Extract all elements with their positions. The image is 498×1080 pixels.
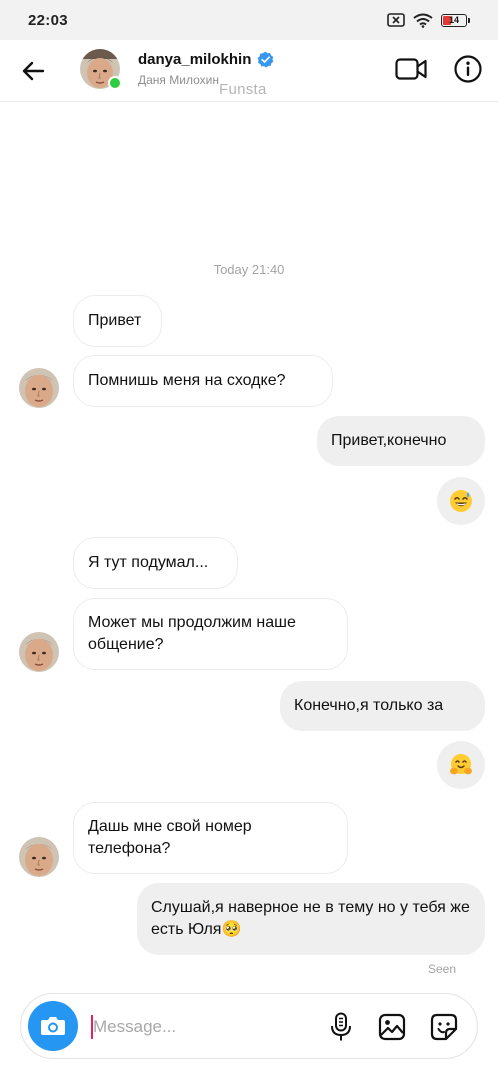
- online-indicator: [108, 76, 122, 90]
- back-button[interactable]: [14, 52, 52, 90]
- status-time: 22:03: [28, 11, 68, 29]
- funsta-watermark: Funsta: [219, 81, 267, 98]
- camera-icon: [41, 1017, 65, 1035]
- status-icons: 14: [387, 13, 470, 28]
- username: danya_milokhin: [138, 51, 252, 68]
- voice-message-button[interactable]: [326, 1011, 356, 1043]
- video-call-button[interactable]: [394, 54, 428, 84]
- message-outgoing-emoji[interactable]: [437, 741, 485, 789]
- sender-avatar[interactable]: [19, 632, 59, 672]
- chat-header: danya_milokhin Даня Милохин Funsta: [0, 40, 498, 102]
- message-incoming[interactable]: Может мы продолжим наше общение?: [73, 598, 348, 670]
- sender-avatar[interactable]: [19, 837, 59, 877]
- message-composer: [20, 993, 478, 1059]
- camera-button[interactable]: [28, 1001, 78, 1051]
- microphone-icon: [331, 1012, 351, 1041]
- status-bar: 22:03 14: [0, 0, 498, 40]
- seen-indicator: Seen: [428, 962, 457, 976]
- verified-badge-icon: [258, 51, 274, 68]
- message-outgoing[interactable]: Конечно,я только за: [280, 681, 485, 731]
- message-incoming[interactable]: Помнишь меня на сходке?: [73, 355, 333, 407]
- header-avatar[interactable]: [80, 49, 122, 90]
- chat-timestamp: Today 21:40: [213, 262, 285, 277]
- gallery-button[interactable]: [376, 1011, 408, 1043]
- info-button[interactable]: [452, 53, 484, 85]
- sim-off-icon: [387, 13, 405, 27]
- back-arrow-icon: [22, 61, 45, 81]
- message-outgoing-emoji[interactable]: [437, 477, 485, 525]
- info-icon: [454, 55, 482, 83]
- sticker-icon: [430, 1013, 458, 1041]
- wifi-icon: [413, 13, 433, 28]
- battery-icon: 14: [441, 13, 470, 27]
- sender-avatar[interactable]: [19, 368, 59, 408]
- sticker-button[interactable]: [428, 1011, 460, 1043]
- message-incoming[interactable]: Привет: [73, 295, 162, 347]
- sweat-smile-emoji-icon: [450, 490, 472, 512]
- message-incoming[interactable]: Дашь мне свой номер телефона?: [73, 802, 348, 874]
- message-incoming[interactable]: Я тут подумал...: [73, 537, 238, 589]
- image-icon: [378, 1013, 406, 1041]
- message-input[interactable]: [93, 1012, 313, 1042]
- message-outgoing[interactable]: Слушай,я наверное не в тему но у тебя же…: [137, 883, 485, 955]
- hugging-face-emoji-icon: [450, 754, 472, 775]
- video-camera-icon: [395, 58, 427, 80]
- battery-level: 14: [448, 15, 459, 25]
- message-outgoing[interactable]: Привет,конечно: [317, 416, 485, 466]
